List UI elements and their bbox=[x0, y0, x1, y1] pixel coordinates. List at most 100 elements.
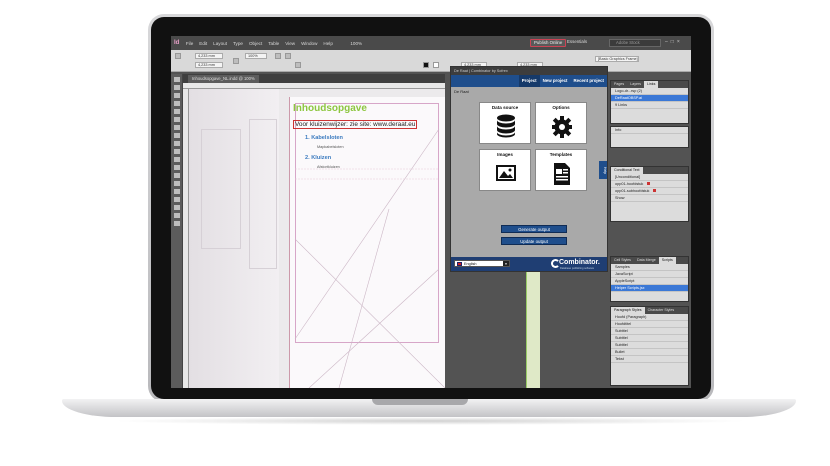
chevron-down-icon: ▼ bbox=[503, 261, 509, 266]
menu-object[interactable]: Object bbox=[246, 41, 264, 46]
style-row[interactable]: Bullet bbox=[611, 349, 688, 356]
condition-row[interactable]: opp01-subhoofdstuk bbox=[611, 188, 688, 195]
style-group-row[interactable]: Hoofd (Paragraph) bbox=[611, 314, 688, 321]
templates-tile[interactable]: Templates bbox=[535, 149, 587, 191]
control-bar: 4,233 mm 4,233 mm 100% 4,233 mm 4,233 mm… bbox=[171, 50, 691, 72]
menu-file[interactable]: File bbox=[183, 41, 195, 46]
tile-label: Options bbox=[552, 105, 570, 110]
language-value: English bbox=[464, 262, 477, 266]
object-style-select[interactable]: [Basic Graphics Frame] bbox=[595, 56, 639, 62]
window-controls: – □ × bbox=[665, 39, 680, 45]
pasteboard[interactable]: Inhoudsopgave Voor kluizenwijzer: zie si… bbox=[189, 89, 445, 388]
app-screen: Id File Edit Layout Type Object Table Vi… bbox=[171, 36, 691, 388]
shear-icon[interactable] bbox=[295, 62, 301, 68]
flag-icon bbox=[457, 262, 462, 266]
menu-edit[interactable]: Edit bbox=[197, 41, 210, 46]
constrain-icon[interactable] bbox=[233, 58, 239, 64]
conditional-text-tabs: Conditional Text bbox=[611, 167, 688, 174]
menu-type[interactable]: Type bbox=[230, 41, 245, 46]
line-tool-icon[interactable] bbox=[173, 117, 180, 122]
generate-output-button[interactable]: Generate output bbox=[501, 225, 567, 233]
tab-scripts[interactable]: Scripts bbox=[658, 257, 676, 264]
combinator-tagline: Database publishing software bbox=[560, 267, 595, 270]
combinator-panel: De Raat | Combinator by Sofrex Project N… bbox=[450, 66, 608, 272]
language-select[interactable]: English ▼ bbox=[454, 260, 510, 267]
style-row[interactable]: Subtitel bbox=[611, 335, 688, 342]
data-source-tile[interactable]: Data source bbox=[479, 102, 531, 144]
zoom-tool-icon[interactable] bbox=[173, 205, 180, 210]
plugin-titlebar[interactable]: De Raat | Combinator by Sofrex bbox=[451, 67, 607, 75]
type-tool-icon[interactable] bbox=[173, 109, 180, 114]
script-row[interactable]: Helper Scripts.jsx bbox=[611, 285, 688, 292]
options-tile[interactable]: Options bbox=[535, 102, 587, 144]
direct-selection-tool-icon[interactable] bbox=[173, 85, 180, 90]
fill-stroke-icon[interactable] bbox=[173, 213, 180, 218]
menu-table[interactable]: Table bbox=[266, 41, 282, 46]
tab-pages[interactable]: Pages bbox=[611, 81, 627, 88]
flip-icon[interactable] bbox=[285, 53, 291, 59]
app-logo: Id bbox=[174, 40, 180, 46]
images-tile[interactable]: Images bbox=[479, 149, 531, 191]
tab-recent-project[interactable]: Recent project bbox=[571, 75, 608, 87]
stroke-swatch-icon[interactable] bbox=[433, 62, 439, 68]
rectangle-frame-tool-icon[interactable] bbox=[173, 141, 180, 146]
page-tool-icon[interactable] bbox=[173, 93, 180, 98]
scissors-tool-icon[interactable] bbox=[173, 157, 180, 162]
rectangle-tool-icon[interactable] bbox=[173, 149, 180, 154]
condition-name: opp01-subhoofdstuk bbox=[615, 189, 650, 193]
tab-paragraph-styles[interactable]: Paragraph Styles bbox=[611, 307, 645, 314]
close-icon[interactable]: × bbox=[677, 39, 680, 45]
stock-search-input[interactable]: Adobe Stock bbox=[609, 39, 661, 47]
menu-help[interactable]: Help bbox=[321, 41, 335, 46]
menu-layout[interactable]: Layout bbox=[211, 41, 230, 46]
gap-tool-icon[interactable] bbox=[173, 101, 180, 106]
condition-row[interactable]: [Unconditional] bbox=[611, 174, 688, 181]
reference-point-icon[interactable] bbox=[175, 53, 181, 59]
eyedropper-tool-icon[interactable] bbox=[173, 189, 180, 194]
menu-view[interactable]: View bbox=[283, 41, 298, 46]
menu-window[interactable]: Window bbox=[299, 41, 320, 46]
document-tab[interactable]: Inhoudsopgave_NL.indd @ 100% bbox=[188, 75, 259, 83]
gradient-tool-icon[interactable] bbox=[173, 173, 180, 178]
tab-character-styles[interactable]: Character Styles bbox=[645, 307, 678, 314]
link-row[interactable]: DeRaatOBSP.ai bbox=[611, 95, 688, 102]
rotate-icon[interactable] bbox=[275, 53, 281, 59]
pencil-tool-icon[interactable] bbox=[173, 133, 180, 138]
tab-layers[interactable]: Layers bbox=[627, 81, 644, 88]
script-row[interactable]: JavaScript bbox=[611, 271, 688, 278]
tab-project[interactable]: Project bbox=[518, 75, 540, 87]
fill-swatch-icon[interactable] bbox=[423, 62, 429, 68]
tab-cell-styles[interactable]: Cell Styles bbox=[611, 257, 634, 264]
style-row[interactable]: Subtitel bbox=[611, 342, 688, 349]
tab-new-project[interactable]: New project bbox=[540, 75, 571, 87]
update-output-button[interactable]: Update output bbox=[501, 237, 567, 245]
visibility-select[interactable]: Show bbox=[611, 195, 688, 202]
screen-mode-icon[interactable] bbox=[173, 221, 180, 226]
help-tab[interactable]: Help bbox=[599, 161, 607, 179]
plugin-footer: English ▼ Combinator. Database publishin… bbox=[451, 257, 607, 271]
maximize-icon[interactable]: □ bbox=[671, 39, 674, 45]
script-row[interactable]: Samples bbox=[611, 264, 688, 271]
width-field[interactable]: 100% bbox=[245, 53, 267, 59]
style-row[interactable]: Hoofdtitel bbox=[611, 321, 688, 328]
minimize-icon[interactable]: – bbox=[665, 39, 668, 45]
selection-tool-icon[interactable] bbox=[173, 77, 180, 82]
info-panel-header[interactable]: Info bbox=[611, 127, 688, 134]
zoom-select[interactable]: 100% bbox=[350, 41, 362, 46]
style-row[interactable]: Tekst bbox=[611, 356, 688, 363]
free-transform-tool-icon[interactable] bbox=[173, 165, 180, 170]
tab-links[interactable]: Links bbox=[644, 81, 659, 88]
hand-tool-icon[interactable] bbox=[173, 197, 180, 202]
tab-conditional-text[interactable]: Conditional Text bbox=[611, 167, 643, 174]
script-row[interactable]: AppleScript bbox=[611, 278, 688, 285]
tab-data-merge[interactable]: Data Merge bbox=[634, 257, 659, 264]
y-position-field[interactable]: 4,233 mm bbox=[195, 62, 223, 68]
style-row[interactable]: Subtitel bbox=[611, 328, 688, 335]
x-position-field[interactable]: 4,233 mm bbox=[195, 53, 223, 59]
workspace-switcher[interactable]: Essentials bbox=[567, 39, 587, 44]
condition-row[interactable]: opp01-hoofdstuk bbox=[611, 181, 688, 188]
pen-tool-icon[interactable] bbox=[173, 125, 180, 130]
publish-online-button[interactable]: Publish Online bbox=[530, 39, 567, 47]
note-tool-icon[interactable] bbox=[173, 181, 180, 186]
link-row[interactable]: Logo-dr...rsp (2) bbox=[611, 88, 688, 95]
